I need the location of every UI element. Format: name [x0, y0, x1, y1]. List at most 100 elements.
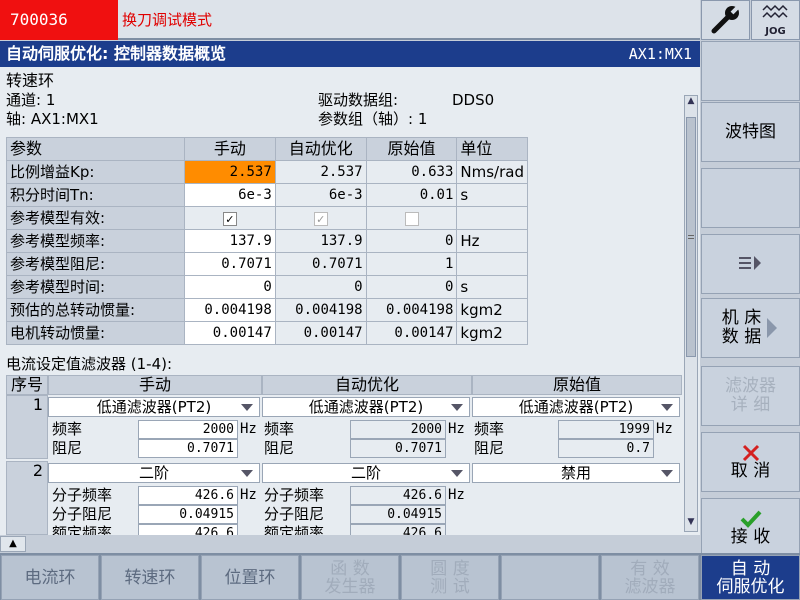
manual-value[interactable]: 6e-3	[184, 183, 276, 207]
vsk-bode-plot[interactable]: 波特图	[701, 102, 800, 162]
num-damp-label: 分子阻尼	[264, 505, 325, 523]
filter1-type-auto-value: 低通滤波器(PT2)	[308, 398, 424, 416]
chevron-down-icon	[241, 404, 253, 411]
unit: kgm2	[456, 298, 528, 322]
filter-col-auto: 自动优化	[262, 375, 472, 395]
scroll-up-icon[interactable]: ▲	[684, 95, 698, 109]
dfreq-auto: 426.6	[350, 524, 446, 535]
manual-value[interactable]: 137.9	[184, 229, 276, 253]
auto-checkbox: ✓	[313, 211, 328, 226]
freq-manual[interactable]: 2000	[138, 420, 238, 439]
manual-value[interactable]: 0	[184, 275, 276, 299]
tool-button[interactable]	[701, 0, 750, 40]
manual-value[interactable]: 0.7071	[184, 252, 276, 276]
auto-checkbox-cell: ✓	[274, 206, 367, 230]
alarm-text: 换刀调试模式	[122, 11, 213, 29]
scroll-down-icon[interactable]: ▼	[684, 516, 698, 530]
hsk-6[interactable]	[501, 555, 599, 600]
vsk-accept-label: 接 收	[730, 526, 771, 547]
vsk-1[interactable]	[701, 41, 800, 101]
chevron-down-icon	[661, 404, 673, 411]
orig-value: 0.01	[365, 183, 458, 207]
param-name: 比例增益Kp:	[6, 160, 185, 184]
jog-button[interactable]: JOG	[751, 0, 800, 40]
filter1-type-orig-value: 低通滤波器(PT2)	[518, 398, 634, 416]
filter1-type-auto: 低通滤波器(PT2)	[262, 397, 470, 417]
auto-value: 0.004198	[274, 298, 367, 322]
orig-value: 0.00147	[365, 321, 458, 345]
hsk-speed-loop[interactable]: 转速环	[101, 555, 199, 600]
hsk-ct-line1: 圆 度	[430, 558, 470, 579]
vsk-3[interactable]	[701, 168, 800, 228]
filter-col-index: 序号	[6, 375, 48, 395]
hsk-position-loop-label: 位置环	[224, 567, 276, 588]
manual-value[interactable]: 0.00147	[184, 321, 276, 345]
auto-value: 0.7071	[274, 252, 367, 276]
scroll-thumb[interactable]	[686, 117, 696, 357]
vsk-accept[interactable]: 接 收	[701, 498, 800, 558]
hsk-active-filter: 有 效 滤波器	[601, 555, 699, 600]
filter-section: 序号 手动 自动优化 原始值 1 低通滤波器(PT2) 低通滤波器(PT2) 低…	[6, 375, 682, 535]
manual-value[interactable]: 2.537	[184, 160, 276, 184]
vsk-machine-data[interactable]: 机 床 数 据	[701, 298, 800, 358]
manual-value[interactable]: 0.004198	[184, 298, 276, 322]
unit: s	[456, 275, 528, 299]
title-axis: AX1:MX1	[628, 45, 692, 63]
param-name: 参考模型时间:	[6, 275, 185, 299]
vsk-bode-label: 波特图	[725, 121, 776, 142]
damp-label: 阻尼	[474, 439, 505, 457]
col-manual: 手动	[184, 137, 276, 161]
orig-checkbox	[404, 211, 419, 226]
nfreq-manual[interactable]: 426.6	[138, 486, 238, 505]
unit	[456, 206, 528, 230]
unit-hz: Hz	[656, 421, 673, 437]
col-auto: 自动优化	[274, 137, 367, 161]
orig-value: 0	[365, 275, 458, 299]
table-row: 预估的总转动惯量: 0.004198 0.004198 0.004198 kgm…	[6, 298, 528, 322]
orig-value: 0	[365, 229, 458, 253]
filter2-type-manual[interactable]: 二阶	[48, 463, 260, 483]
orig-value: 0.633	[365, 160, 458, 184]
alarm-code[interactable]: 700036	[0, 0, 118, 40]
vsk-filter-detail-line1: 滤波器	[725, 376, 776, 396]
param-name: 参考模型阻尼:	[6, 252, 185, 276]
ndamp-auto: 0.04915	[350, 505, 446, 524]
drive-data-label: 驱动数据组:	[318, 91, 399, 109]
num-damp-label: 分子阻尼	[52, 505, 113, 523]
hsk-position-loop[interactable]: 位置环	[201, 555, 299, 600]
filter-col-manual: 手动	[48, 375, 262, 395]
table-row: 比例增益Kp: 2.537 2.537 0.633 Nms/rad	[6, 160, 528, 184]
unit: Hz	[456, 229, 528, 253]
channel-label: 通道: 1	[6, 91, 56, 109]
vsk-cancel[interactable]: 取 消	[701, 432, 800, 492]
unit	[456, 252, 528, 276]
cancel-x-icon	[742, 444, 759, 461]
manual-checkbox[interactable]: ✓	[222, 211, 237, 226]
unit-hz: Hz	[448, 421, 465, 437]
param-name: 电机转动惯量:	[6, 321, 185, 345]
filter1-type-manual[interactable]: 低通滤波器(PT2)	[48, 397, 260, 417]
hsk-af-line2: 滤波器	[624, 576, 676, 597]
hsk-current-loop[interactable]: 电流环	[1, 555, 99, 600]
axis-label: 轴: AX1:MX1	[6, 110, 99, 128]
auto-value: 2.537	[274, 160, 367, 184]
hsk-auto-servo-tuning[interactable]: 自 动 伺服优化	[701, 555, 800, 600]
unit: Nms/rad	[456, 160, 528, 184]
param-set-label: 参数组（轴）: 1	[318, 110, 428, 128]
table-row: 参考模型有效: ✓ ✓	[6, 206, 528, 230]
damp-manual[interactable]: 0.7071	[138, 439, 238, 458]
chevron-down-icon	[241, 470, 253, 477]
num-freq-label: 分子频率	[52, 486, 113, 504]
ndamp-manual[interactable]: 0.04915	[138, 505, 238, 524]
unit-hz: Hz	[240, 487, 257, 503]
expand-icon[interactable]: ▲	[0, 536, 26, 552]
vsk-machine-data-line2: 数 据	[721, 327, 762, 347]
vsk-machine-data-text: 机 床 数 据	[722, 309, 761, 347]
dfreq-manual[interactable]: 426.6	[138, 524, 238, 535]
col-unit: 单位	[456, 137, 528, 161]
damp-label: 阻尼	[264, 439, 295, 457]
hsk-ast-line2: 伺服优化	[716, 576, 785, 597]
num-freq-label: 分子频率	[264, 486, 325, 504]
hsk-ast-line1: 自 动	[730, 558, 771, 579]
vsk-list[interactable]	[701, 234, 800, 294]
